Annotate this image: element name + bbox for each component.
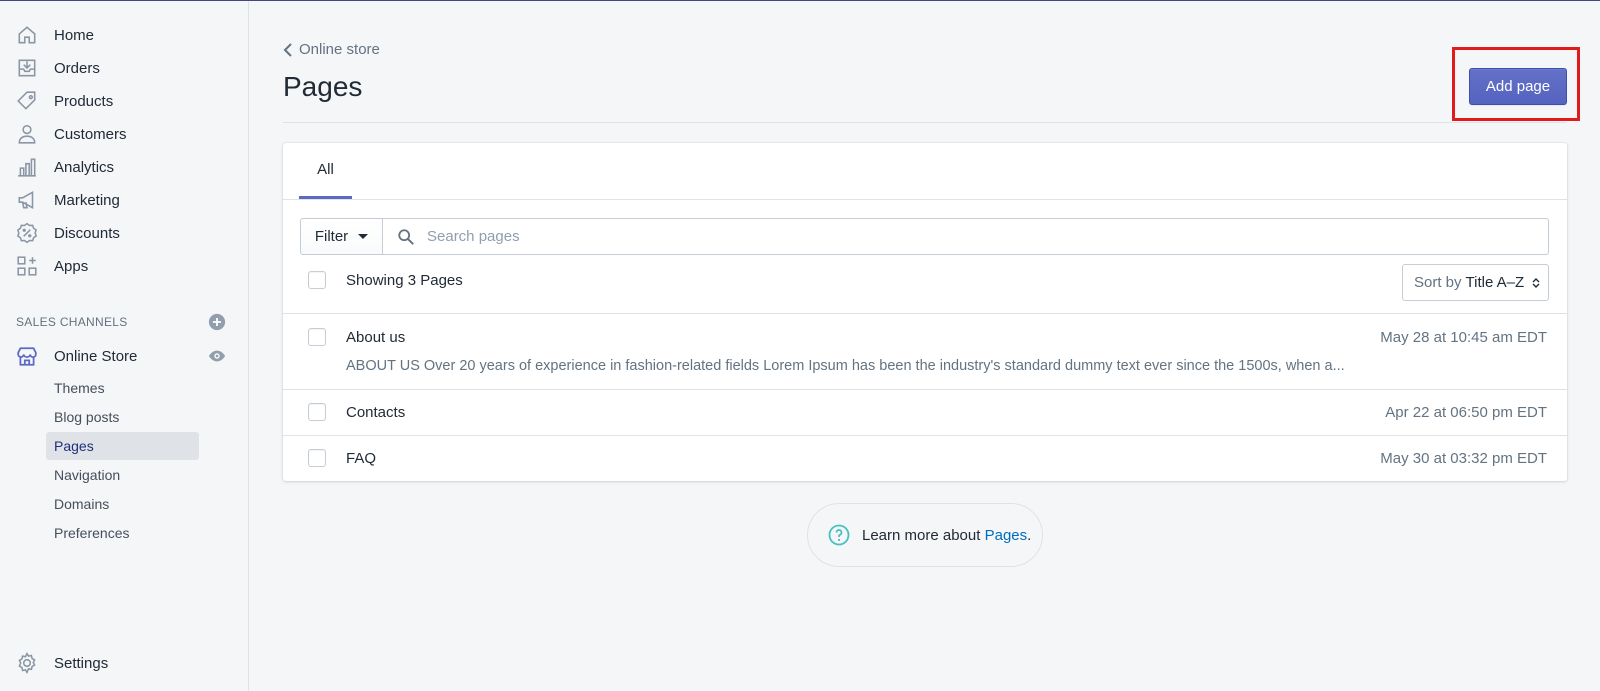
row-checkbox[interactable]: [308, 449, 326, 467]
row-checkbox[interactable]: [308, 403, 326, 421]
table-row[interactable]: About us May 28 at 10:45 am EDT ABOUT US…: [283, 314, 1567, 389]
sidebar-item-analytics[interactable]: Analytics: [16, 153, 114, 181]
search-field[interactable]: [382, 218, 1549, 255]
learn-more-text: Learn more about: [862, 526, 981, 544]
row-checkbox[interactable]: [308, 328, 326, 346]
select-all-checkbox[interactable]: [308, 271, 326, 289]
learn-more-pages-link[interactable]: Pages: [985, 527, 1028, 544]
gear-icon: [16, 652, 38, 674]
help-question-icon: [828, 524, 850, 546]
showing-count: Showing 3 Pages: [346, 272, 463, 289]
page-title-cell: Contacts: [346, 404, 406, 421]
tab-all[interactable]: All: [299, 143, 352, 199]
sidebar-item-label: Analytics: [54, 158, 115, 176]
sidebar-item-label: Marketing: [54, 191, 120, 209]
sidebar-item-label: Customers: [54, 125, 127, 143]
page-date-cell: May 30 at 03:32 pm EDT: [1380, 450, 1547, 467]
caret-down-icon: [358, 234, 369, 239]
home-icon: [16, 24, 38, 46]
sidebar-subitem-blog-posts[interactable]: Blog posts: [46, 403, 199, 431]
sidebar-item-label: Apps: [54, 257, 89, 275]
store-icon: [16, 345, 38, 367]
chevron-left-icon: [283, 42, 292, 57]
add-page-button[interactable]: Add page: [1469, 68, 1567, 105]
sidebar-item-label: Discounts: [54, 224, 120, 242]
sidebar-item-marketing[interactable]: Marketing: [16, 186, 120, 214]
breadcrumb-label: Online store: [299, 41, 380, 58]
bar-chart-icon: [16, 156, 38, 178]
search-input[interactable]: [427, 228, 1527, 245]
page-title: Pages: [283, 71, 363, 102]
learn-more-callout: Learn more about Pages.: [807, 503, 1043, 567]
add-sales-channel-icon[interactable]: [208, 313, 226, 331]
apps-icon: [16, 255, 38, 277]
sidebar-item-settings[interactable]: Settings: [16, 649, 108, 677]
tag-icon: [16, 90, 38, 112]
page-date-cell: Apr 22 at 06:50 pm EDT: [1385, 404, 1547, 421]
sidebar-item-products[interactable]: Products: [16, 87, 113, 115]
sidebar-subitem-navigation[interactable]: Navigation: [46, 461, 199, 489]
sidebar-item-label: Orders: [54, 59, 100, 77]
sort-select[interactable]: Sort by Title A–Z: [1402, 264, 1549, 301]
sidebar-subitem-domains[interactable]: Domains: [46, 490, 199, 518]
filter-label: Filter: [314, 228, 349, 245]
discount-icon: [16, 222, 38, 244]
sidebar-subitem-pages[interactable]: Pages: [46, 432, 199, 460]
megaphone-icon: [16, 189, 38, 211]
sidebar: Home Orders Products Customers Analytics…: [0, 1, 249, 691]
filter-button[interactable]: Filter: [300, 218, 383, 255]
sidebar-item-label: Products: [54, 92, 114, 110]
search-icon: [398, 228, 414, 245]
page-excerpt: ABOUT US Over 20 years of experience in …: [346, 358, 1345, 374]
sidebar-item-home[interactable]: Home: [16, 21, 94, 49]
sidebar-item-label: Home: [54, 26, 95, 44]
sidebar-subitem-themes[interactable]: Themes: [46, 374, 199, 402]
tabs-divider: [283, 199, 1567, 200]
learn-more-suffix: .: [1027, 526, 1032, 544]
updown-caret-icon: [1532, 277, 1540, 288]
sidebar-item-discounts[interactable]: Discounts: [16, 219, 120, 247]
table-row[interactable]: Contacts Apr 22 at 06:50 pm EDT: [283, 390, 1567, 435]
table-row[interactable]: FAQ May 30 at 03:32 pm EDT: [283, 436, 1567, 481]
sales-channels-heading: SALES CHANNELS: [16, 315, 128, 329]
pages-card: All Filter Showing 3 Pages Sort by Title…: [283, 143, 1567, 481]
page-title-cell: About us: [346, 329, 406, 346]
person-icon: [16, 123, 38, 145]
page-date-cell: May 28 at 10:45 am EDT: [1380, 329, 1547, 346]
view-store-eye-icon[interactable]: [208, 347, 226, 365]
sidebar-item-orders[interactable]: Orders: [16, 54, 100, 82]
sidebar-item-online-store[interactable]: Online Store: [16, 342, 137, 370]
sidebar-item-label: Online Store: [54, 347, 138, 365]
sidebar-item-customers[interactable]: Customers: [16, 120, 127, 148]
sidebar-subitem-preferences[interactable]: Preferences: [46, 519, 199, 547]
page-title-cell: FAQ: [346, 450, 377, 467]
sort-prefix: Sort by: [1414, 274, 1462, 291]
breadcrumb[interactable]: Online store: [283, 41, 380, 58]
sort-value: Title A–Z: [1465, 274, 1525, 291]
title-divider: [283, 122, 1567, 123]
orders-icon: [16, 57, 38, 79]
sidebar-item-label: Settings: [54, 654, 109, 672]
sidebar-item-apps[interactable]: Apps: [16, 252, 88, 280]
